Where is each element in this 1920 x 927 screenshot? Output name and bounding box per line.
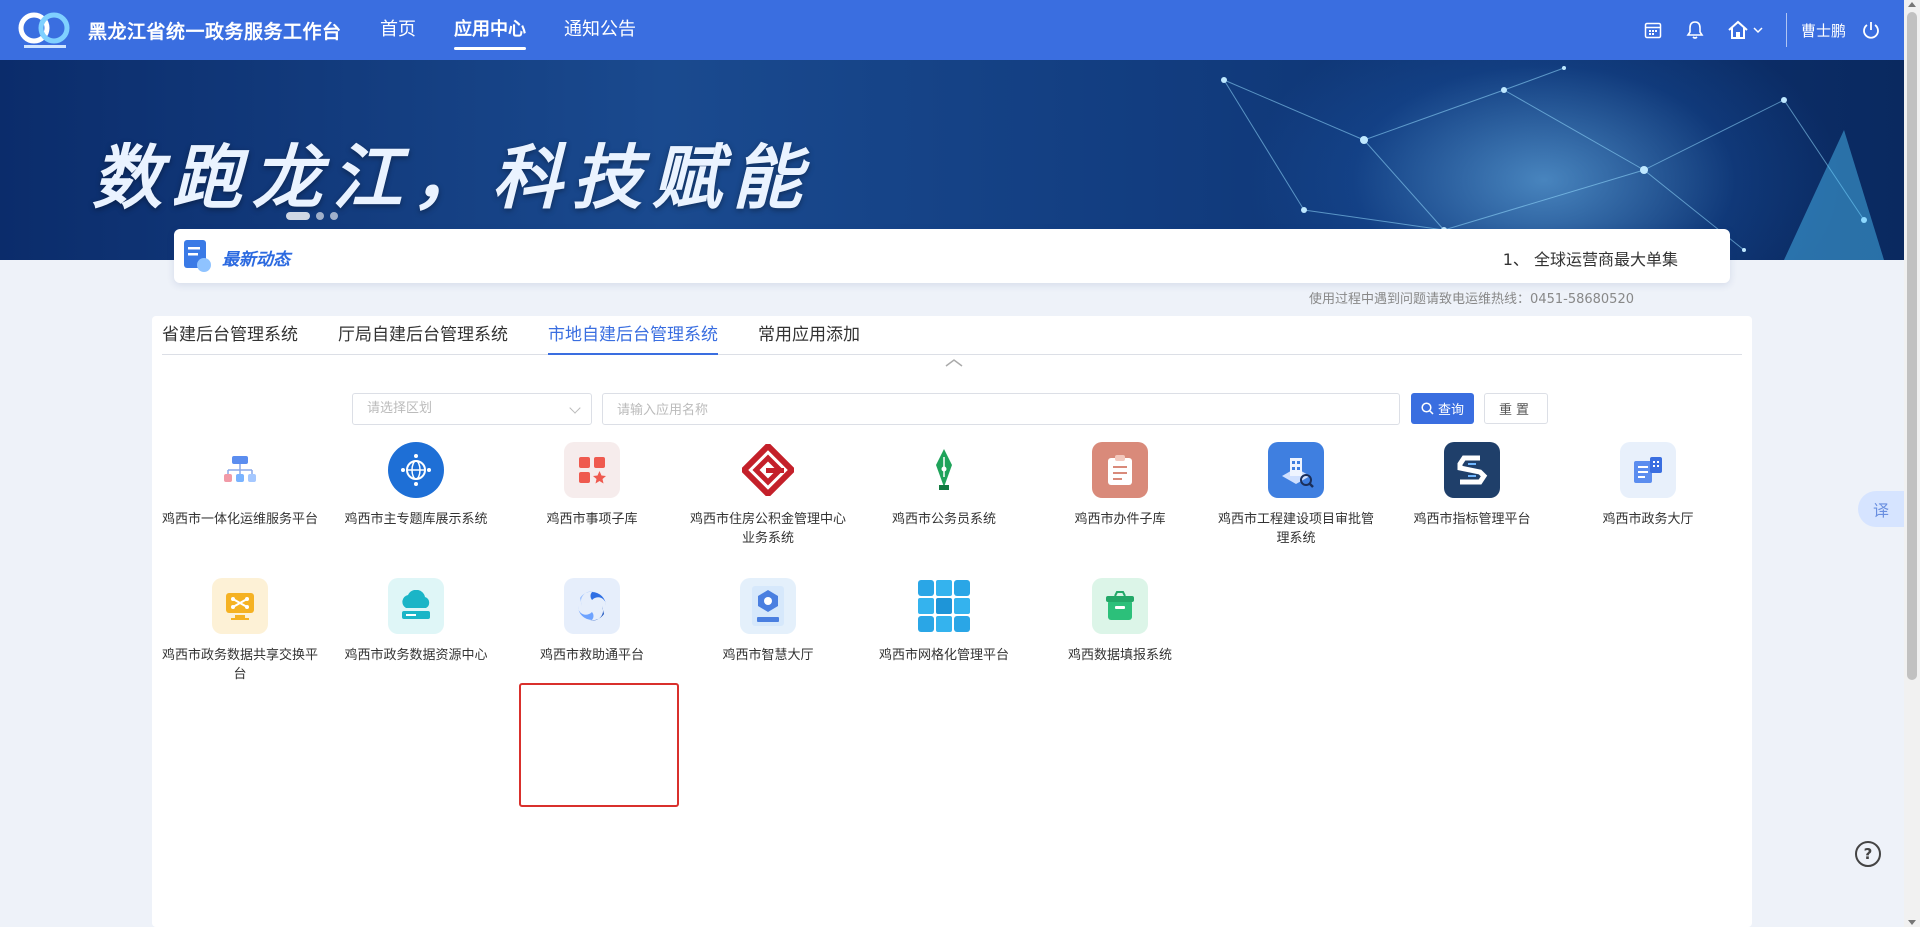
- carousel-dot-3[interactable]: [330, 212, 338, 220]
- app-name: 鸡西市公务员系统: [891, 512, 996, 527]
- chevron-down-icon[interactable]: [1752, 19, 1764, 41]
- globe-network-icon: [388, 442, 444, 498]
- app-name-input[interactable]: [602, 393, 1400, 425]
- housing-fund-logo-icon: [740, 442, 796, 498]
- app-name: 鸡西市指标管理平台: [1413, 512, 1531, 527]
- building-approval-icon: [1268, 442, 1324, 498]
- app-name: 鸡西市政务数据共享交换平台: [161, 648, 318, 682]
- region-select[interactable]: 请选择区划: [352, 393, 592, 425]
- grid-star-icon: [564, 442, 620, 498]
- app-name: 鸡西数据填报系统: [1067, 648, 1172, 663]
- selected-app-highlight: [519, 683, 679, 807]
- vertical-scrollbar[interactable]: [1904, 0, 1920, 927]
- app-tile[interactable]: 鸡西市政务数据共享交换平台: [152, 578, 328, 684]
- app-name: 鸡西市一体化运维服务平台: [161, 512, 318, 527]
- scrollbar-thumb[interactable]: [1907, 12, 1917, 680]
- platform-title: 黑龙江省统一政务服务工作台: [88, 21, 342, 43]
- reset-button[interactable]: 重置: [1484, 393, 1548, 424]
- clipboard-icon: [1092, 442, 1148, 498]
- nav-home[interactable]: 首页: [380, 0, 416, 60]
- nav-app-center[interactable]: 应用中心: [454, 0, 526, 60]
- search-icon: [1421, 402, 1434, 415]
- tab-city-systems[interactable]: 市地自建后台管理系统: [548, 316, 718, 355]
- app-name: 鸡西市事项子库: [546, 512, 638, 527]
- chevron-up-icon[interactable]: [942, 356, 966, 370]
- app-name: 鸡西市住房公积金管理中心业务系统: [689, 512, 846, 546]
- latest-news-bar: 最新动态 1、 全球运营商最大单集: [174, 229, 1730, 283]
- main-nav: 首页 应用中心 通知公告: [380, 0, 636, 60]
- carousel-dots: [286, 212, 338, 220]
- translate-button[interactable]: 译: [1858, 491, 1904, 527]
- tab-department-systems[interactable]: 厅局自建后台管理系统: [338, 316, 508, 354]
- app-name: 鸡西市智慧大厅: [722, 648, 814, 663]
- header-actions: 曹士鹏: [1622, 0, 1904, 60]
- app-tile[interactable]: 鸡西市政务数据资源中心: [328, 578, 504, 665]
- app-tile[interactable]: 鸡西市网格化管理平台: [856, 578, 1032, 665]
- app-tile[interactable]: 鸡西市公务员系统: [856, 442, 1032, 529]
- news-document-icon: [184, 240, 211, 272]
- document-building-icon: [1620, 442, 1676, 498]
- user-name[interactable]: 曹士鹏: [1801, 20, 1846, 41]
- swirl-logo-icon: [564, 578, 620, 634]
- banner-slogan: 数跑龙江，科技赋能: [92, 137, 812, 219]
- chevron-down-icon: [569, 402, 581, 414]
- data-exchange-icon: [212, 578, 268, 634]
- s-logo-icon: [1444, 442, 1500, 498]
- app-name: 鸡西市办件子库: [1074, 512, 1166, 527]
- app-name: 鸡西市政务数据资源中心: [344, 648, 488, 663]
- top-header: 黑龙江省统一政务服务工作台 首页 应用中心 通知公告 曹士鹏: [0, 0, 1904, 60]
- platform-logo-icon[interactable]: [16, 10, 74, 52]
- app-tile[interactable]: 鸡西市住房公积金管理中心业务系统: [680, 442, 856, 548]
- app-tile[interactable]: 鸡西市指标管理平台: [1384, 442, 1560, 529]
- tab-provincial-systems[interactable]: 省建后台管理系统: [162, 316, 298, 354]
- data-box-icon: [1092, 578, 1148, 634]
- app-tile[interactable]: 鸡西市救助通平台: [504, 578, 680, 665]
- region-select-placeholder: 请选择区划: [367, 401, 433, 416]
- search-filter: 请选择区划 查询 重置: [352, 393, 1548, 425]
- header-divider: [1785, 13, 1787, 47]
- nav-notices[interactable]: 通知公告: [564, 0, 636, 60]
- news-ticker-text[interactable]: 1、 全球运营商最大单集: [1503, 246, 1678, 270]
- home-icon[interactable]: [1726, 19, 1750, 41]
- app-name: 鸡西市政务大厅: [1602, 512, 1694, 527]
- app-tile[interactable]: 鸡西市智慧大厅: [680, 578, 856, 665]
- support-hotline: 使用过程中遇到问题请致电运维热线：0451-58680520: [1309, 292, 1634, 307]
- app-center-panel: 省建后台管理系统 厅局自建后台管理系统 市地自建后台管理系统 常用应用添加 请选…: [152, 316, 1752, 927]
- carousel-dot-1[interactable]: [286, 212, 310, 220]
- app-tile[interactable]: 鸡西数据填报系统: [1032, 578, 1208, 665]
- bell-icon[interactable]: [1684, 19, 1706, 41]
- smart-hall-icon: [740, 578, 796, 634]
- cloud-server-icon: [388, 578, 444, 634]
- scroll-up-icon[interactable]: [1908, 2, 1916, 7]
- help-button[interactable]: ?: [1855, 841, 1881, 867]
- app-name: 鸡西市救助通平台: [539, 648, 644, 663]
- search-button-label: 查询: [1437, 402, 1464, 417]
- power-icon[interactable]: [1860, 19, 1882, 41]
- calendar-icon[interactable]: [1642, 19, 1664, 41]
- app-tile[interactable]: 鸡西市办件子库: [1032, 442, 1208, 529]
- app-tile[interactable]: 鸡西市政务大厅: [1560, 442, 1736, 529]
- carousel-dot-2[interactable]: [316, 212, 324, 220]
- app-tile[interactable]: 鸡西市工程建设项目审批管理系统: [1208, 442, 1384, 548]
- ops-network-icon: [212, 442, 268, 498]
- grid-tiles-icon: [916, 578, 972, 634]
- app-tile[interactable]: 鸡西市事项子库: [504, 442, 680, 529]
- pen-nib-icon: [916, 442, 972, 498]
- news-label: 最新动态: [222, 250, 290, 270]
- app-name: 鸡西市工程建设项目审批管理系统: [1217, 512, 1374, 546]
- tab-add-common-apps[interactable]: 常用应用添加: [758, 316, 860, 354]
- app-name: 鸡西市主专题库展示系统: [344, 512, 488, 527]
- app-tile[interactable]: 鸡西市一体化运维服务平台: [152, 442, 328, 529]
- scroll-down-icon[interactable]: [1908, 920, 1916, 925]
- search-button[interactable]: 查询: [1411, 393, 1474, 424]
- app-name: 鸡西市网格化管理平台: [878, 648, 1009, 663]
- app-tile[interactable]: 鸡西市主专题库展示系统: [328, 442, 504, 529]
- system-tabs: 省建后台管理系统 厅局自建后台管理系统 市地自建后台管理系统 常用应用添加: [162, 316, 1742, 355]
